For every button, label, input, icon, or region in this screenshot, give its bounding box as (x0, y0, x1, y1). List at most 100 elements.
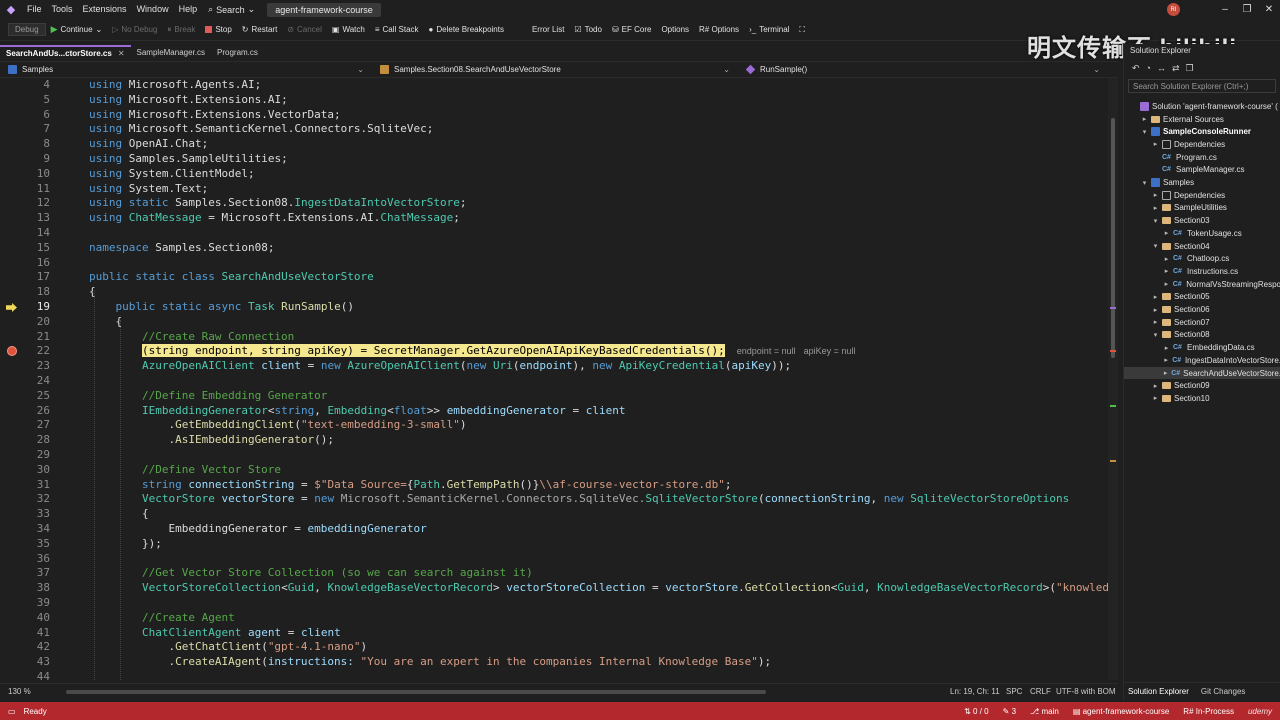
solution-search-input[interactable]: Search Solution Explorer (Ctrl+;) (1128, 79, 1276, 93)
tree-item[interactable]: ▸ C# SearchAndUseVectorStore. (1124, 366, 1280, 380)
tree-item[interactable]: ▸ C# IngestDataIntoVectorStore. (1124, 354, 1280, 367)
watch-button[interactable]: ▣ Watch (327, 21, 370, 39)
collapsed-chevron-icon[interactable]: ▸ (1152, 140, 1159, 148)
collapsed-chevron-icon[interactable]: ▸ (1163, 267, 1170, 275)
collapsed-chevron-icon[interactable]: ▸ (1163, 356, 1169, 364)
tree-item[interactable]: ▾ Section04 (1124, 240, 1280, 253)
close-icon[interactable]: ✕ (1258, 4, 1280, 15)
resharper-status[interactable]: R# In-Process (1183, 707, 1234, 716)
scrollbar-thumb[interactable] (1111, 118, 1115, 358)
collapsed-chevron-icon[interactable]: ▸ (1152, 306, 1159, 314)
vertical-scrollbar[interactable] (1108, 78, 1118, 680)
collapse-icon[interactable]: ↔ (1157, 63, 1166, 73)
type-dropdown[interactable]: Samples.Section08.SearchAndUseVectorStor… (372, 62, 738, 77)
horizontal-scrollbar[interactable] (66, 690, 766, 694)
search-button[interactable]: ⌕ Search ⌄ (202, 4, 261, 15)
collapsed-chevron-icon[interactable]: ▸ (1163, 344, 1170, 352)
tree-item[interactable]: ▸ C# Chatloop.cs (1124, 252, 1280, 265)
tree-item[interactable]: ▸ Dependencies (1124, 189, 1280, 202)
options-button[interactable]: Options (656, 21, 694, 39)
collapsed-chevron-icon[interactable]: ▸ (1152, 293, 1159, 301)
delete-breakpoints-button[interactable]: ● Delete Breakpoints (424, 21, 509, 39)
line-ending[interactable]: CRLF (1030, 687, 1051, 696)
error-list-button[interactable]: Error List (527, 21, 569, 39)
copy-icon[interactable]: ❐ (1186, 63, 1194, 74)
back-icon[interactable]: ↶ (1132, 63, 1140, 74)
collapsed-chevron-icon[interactable]: ▸ (1163, 255, 1170, 263)
minimize-icon[interactable]: – (1214, 4, 1236, 15)
call-stack-button[interactable]: ≡ Call Stack (370, 21, 424, 39)
collapsed-chevron-icon[interactable]: ▸ (1152, 204, 1159, 212)
repo-status[interactable]: ▤ agent-framework-course (1073, 707, 1169, 716)
expanded-chevron-icon[interactable]: ▾ (1141, 128, 1148, 136)
tree-item[interactable]: ▸ Section09 (1124, 379, 1280, 392)
collapsed-chevron-icon[interactable]: ▸ (1163, 369, 1168, 377)
tree-item[interactable]: ▾ Section08 (1124, 329, 1280, 342)
sync-icon[interactable]: ⇄ (1172, 63, 1180, 74)
expanded-chevron-icon[interactable]: ▾ (1152, 242, 1159, 250)
tree-item[interactable]: ▸ Section06 (1124, 303, 1280, 316)
config-dropdown[interactable]: Debug (8, 23, 46, 36)
avatar[interactable]: RI (1167, 3, 1180, 16)
expanded-chevron-icon[interactable]: ▾ (1152, 217, 1159, 225)
menu-help[interactable]: Help (174, 0, 203, 19)
terminal-button[interactable]: ›_ Terminal (744, 21, 794, 39)
tree-item[interactable]: ▸ Section10 (1124, 392, 1280, 405)
tree-item[interactable]: ▸ External Sources (1124, 113, 1280, 126)
tab-sample-manager[interactable]: SampleManager.cs (131, 45, 211, 60)
tree-item[interactable]: C# Program.cs (1124, 151, 1280, 164)
menu-window[interactable]: Window (132, 0, 174, 19)
expanded-chevron-icon[interactable]: ▾ (1141, 179, 1148, 187)
tree-item[interactable]: ▸ C# NormalVsStreamingRespo (1124, 278, 1280, 291)
solution-title[interactable]: agent-framework-course (267, 2, 381, 17)
continue-button[interactable]: ▶ Continue ⌄ (46, 21, 108, 39)
tree-item[interactable]: Solution 'agent-framework-course' ( (1124, 100, 1280, 113)
tree-item[interactable]: C# SampleManager.cs (1124, 164, 1280, 177)
tree-item[interactable]: ▸ Section05 (1124, 291, 1280, 304)
cancel-button[interactable]: ⊘ Cancel (282, 21, 327, 39)
tree-item[interactable]: ▸ Dependencies (1124, 138, 1280, 151)
visual-studio-logo-icon[interactable]: ◆ (0, 0, 22, 19)
breakpoint-icon[interactable] (7, 346, 17, 357)
encoding[interactable]: UTF-8 with BOM (1056, 687, 1116, 696)
menu-extensions[interactable]: Extensions (78, 0, 132, 19)
close-icon[interactable]: ✕ (118, 49, 125, 58)
collapsed-chevron-icon[interactable]: ▸ (1163, 280, 1170, 288)
tab-search-and-use-vector-store[interactable]: SearchAndUs...ctorStore.cs ✕ (0, 45, 131, 60)
history-icon[interactable]: ◔ (1146, 63, 1151, 73)
zoom-level[interactable]: 130 % (0, 687, 31, 696)
tree-item[interactable]: ▸ Section07 (1124, 316, 1280, 329)
tab-program[interactable]: Program.cs (211, 45, 264, 60)
todo-button[interactable]: ☑ Todo (569, 21, 607, 39)
tree-item[interactable]: ▸ SampleUtilities (1124, 202, 1280, 215)
tab-git-changes[interactable]: Git Changes (1201, 687, 1245, 696)
collapsed-chevron-icon[interactable]: ▸ (1152, 191, 1159, 199)
cursor-position[interactable]: Ln: 19, Ch: 11 (950, 687, 1000, 696)
resharper-options-button[interactable]: R# Options (694, 21, 744, 39)
tree-item[interactable]: ▸ C# TokenUsage.cs (1124, 227, 1280, 240)
edits-status[interactable]: ✎ 3 (1003, 707, 1016, 716)
fullscreen-button[interactable]: ⛶ (794, 21, 810, 39)
collapsed-chevron-icon[interactable]: ▸ (1152, 318, 1159, 326)
collapsed-chevron-icon[interactable]: ▸ (1152, 382, 1159, 390)
collapsed-chevron-icon[interactable]: ▸ (1163, 229, 1170, 237)
tree-item[interactable]: ▾ Samples (1124, 176, 1280, 189)
tree-item[interactable]: ▸ C# Instructions.cs (1124, 265, 1280, 278)
tree-item[interactable]: ▸ C# EmbeddingData.cs (1124, 341, 1280, 354)
break-button[interactable]: ⏸ Break (162, 21, 200, 39)
sync-status[interactable]: ⇅ 0 / 0 (964, 707, 989, 716)
tree-item[interactable]: ▾ SampleConsoleRunner (1124, 125, 1280, 138)
no-debug-button[interactable]: ▷ No Debug (107, 21, 162, 39)
member-dropdown[interactable]: RunSample() ⌄ (738, 62, 1108, 77)
restart-button[interactable]: ↻ Restart (237, 21, 283, 39)
expanded-chevron-icon[interactable]: ▾ (1152, 331, 1159, 339)
tab-solution-explorer[interactable]: Solution Explorer (1128, 687, 1189, 696)
collapsed-chevron-icon[interactable]: ▸ (1141, 115, 1148, 123)
tree-item[interactable]: ▾ Section03 (1124, 214, 1280, 227)
code-editor[interactable]: 4 using Microsoft.Agents.AI; 5 using Micro… (0, 78, 1118, 680)
project-dropdown[interactable]: Samples ⌄ (0, 62, 372, 77)
whitespace-mode[interactable]: SPC (1006, 687, 1022, 696)
menu-tools[interactable]: Tools (47, 0, 78, 19)
maximize-icon[interactable]: ❐ (1236, 4, 1258, 15)
collapsed-chevron-icon[interactable]: ▸ (1152, 394, 1159, 402)
